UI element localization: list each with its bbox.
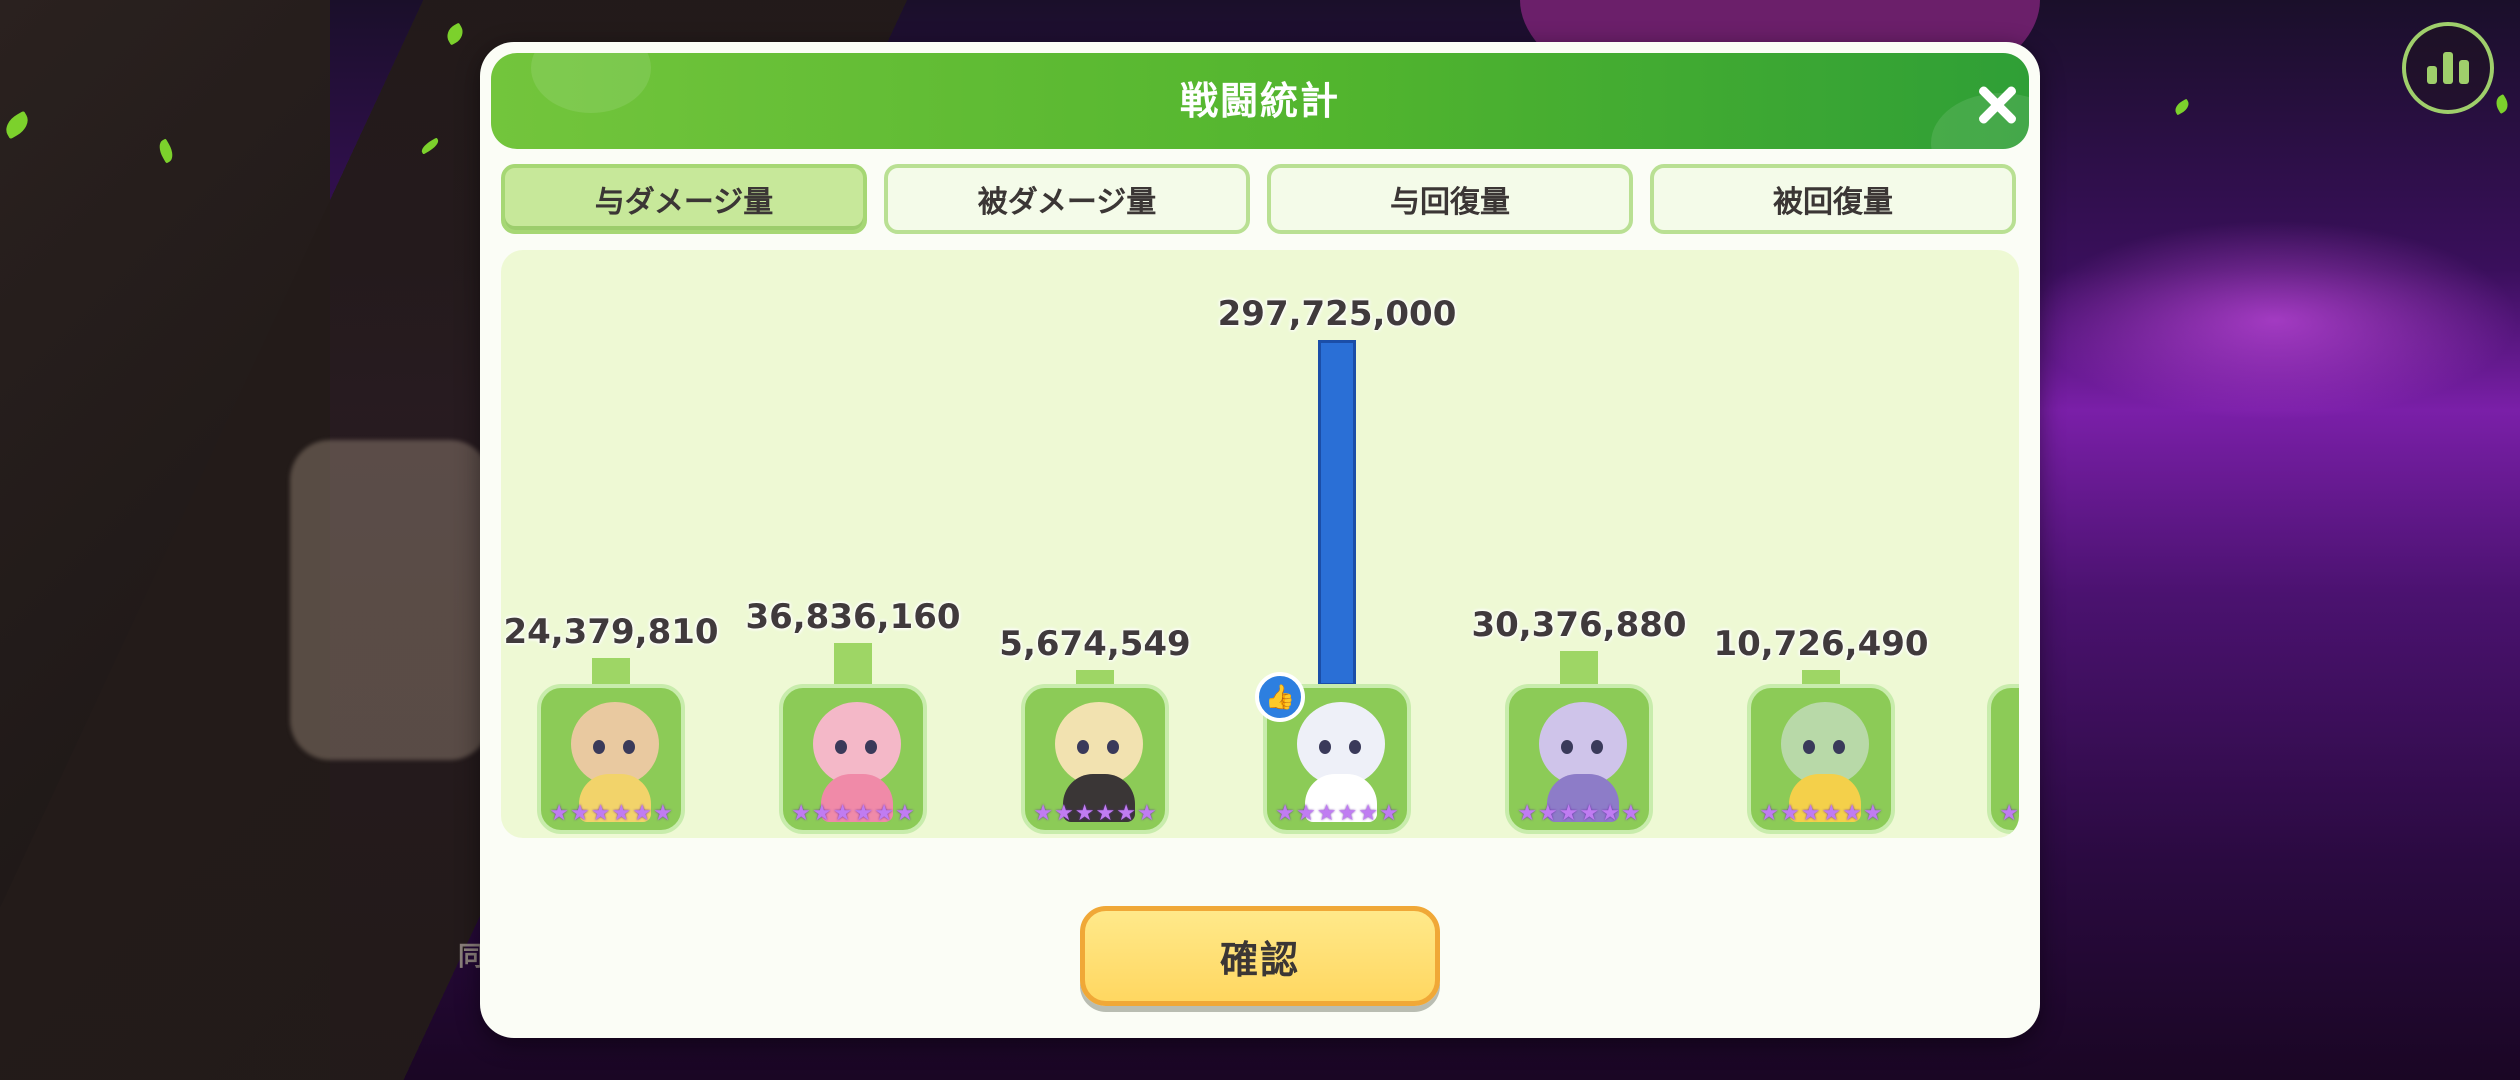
star-icon: ★: [1800, 801, 1821, 826]
star-icon: ★: [1275, 801, 1296, 826]
damage-chart: 24,379,810 ★ ★ ★ ★ ★ ★ 36,836,160 ★ ★ ★ ★ ★ ★ 5,674,54…: [501, 250, 2019, 838]
star-icon: ★: [652, 801, 673, 826]
star-rating: ★★★★★★: [1271, 802, 1403, 826]
star-rating: ★★★★★★: [1029, 802, 1161, 826]
character-portrait[interactable]: ★★★★★★: [1747, 684, 1895, 834]
chart-bar: [834, 643, 872, 686]
star-icon: ★: [1579, 801, 1600, 826]
star-icon: ★: [1842, 801, 1862, 826]
chart-value-label: 5,674,549: [999, 624, 1191, 664]
character-portrait[interactable]: ★★★★★★: [1021, 684, 1169, 834]
star-rating: ★★★★★★: [1513, 802, 1645, 826]
star-icon: ★: [894, 801, 915, 826]
star-icon: ★: [1600, 801, 1620, 826]
background-glow: [2030, 220, 2520, 420]
tab-healing-received[interactable]: 被回復量: [1650, 164, 2016, 234]
character-portrait[interactable]: ★★★★★★: [779, 684, 927, 834]
star-icon: ★: [1116, 801, 1136, 826]
star-icon: ★: [611, 801, 632, 826]
character-portrait[interactable]: ★★★★★★: [1505, 684, 1653, 834]
chart-bar: [592, 658, 630, 686]
star-icon: ★: [1378, 801, 1399, 826]
star-icon: ★: [812, 801, 832, 826]
battle-stats-button[interactable]: [2402, 22, 2494, 114]
star-icon: ★: [1558, 801, 1579, 826]
character-eye: [865, 740, 877, 754]
star-rating: ★★★★★★: [545, 802, 677, 826]
star-icon: ★: [1821, 801, 1842, 826]
chart-value-label: 30,376,880: [1471, 605, 1687, 645]
character-portrait[interactable]: ★★★★★★: [537, 684, 685, 834]
dialog-title: 戦闘統計: [1179, 79, 1340, 123]
character-eye: [1319, 740, 1331, 754]
star-icon: ★: [1316, 801, 1337, 826]
character-portrait[interactable]: ★★★★★★: [1987, 684, 2019, 834]
character-eye: [623, 740, 635, 754]
stats-icon: [2443, 52, 2453, 84]
character-eye: [1107, 740, 1119, 754]
character-eye: [1077, 740, 1089, 754]
star-icon: ★: [1620, 801, 1641, 826]
character-eye: [1591, 740, 1603, 754]
star-icon: ★: [1095, 801, 1116, 826]
star-icon: ★: [590, 801, 611, 826]
stats-icon: [2427, 66, 2437, 84]
star-icon: ★: [1358, 801, 1378, 826]
star-icon: ★: [570, 801, 590, 826]
star-icon: ★: [874, 801, 894, 826]
star-icon: ★: [791, 801, 812, 826]
battle-stats-dialog: 戦闘統計 与ダメージ量 被ダメージ量 与回復量 被回復量 24,379,810 ★…: [480, 42, 2040, 1038]
chart-value-label: 1,2: [1941, 640, 2019, 680]
star-icon: ★: [1337, 801, 1358, 826]
star-icon: ★: [1999, 801, 2019, 826]
chart-value-label: 36,836,160: [745, 597, 961, 637]
character-eye: [1349, 740, 1361, 754]
chart-value-label: 297,725,000: [1217, 294, 1457, 334]
star-icon: ★: [1517, 801, 1538, 826]
character-eye: [1833, 740, 1845, 754]
star-icon: ★: [853, 801, 874, 826]
star-rating: ★★★★★★: [1755, 802, 1887, 826]
star-rating: ★★★★★★: [787, 802, 919, 826]
star-icon: ★: [1780, 801, 1800, 826]
star-icon: ★: [1136, 801, 1157, 826]
star-icon: ★: [1054, 801, 1074, 826]
star-icon: ★: [1862, 801, 1883, 826]
character-eye: [593, 740, 605, 754]
character-eye: [1561, 740, 1573, 754]
chart-bar: [1318, 340, 1356, 686]
star-icon: ★: [549, 801, 570, 826]
star-rating: ★★★★★★: [1995, 802, 2019, 826]
tab-damage-taken[interactable]: 被ダメージ量: [884, 164, 1250, 234]
background-characters: [290, 440, 490, 760]
character-eye: [1803, 740, 1815, 754]
star-icon: ★: [1296, 801, 1316, 826]
confirm-button[interactable]: 確認: [1080, 906, 1440, 1006]
stats-icon: [2459, 60, 2469, 84]
close-icon[interactable]: [1975, 83, 2019, 127]
stats-tabs: 与ダメージ量 被ダメージ量 与回復量 被回復量: [501, 164, 2019, 238]
star-icon: ★: [1759, 801, 1780, 826]
chart-value-label: 24,379,810: [503, 612, 719, 652]
star-icon: ★: [1074, 801, 1095, 826]
star-icon: ★: [1033, 801, 1054, 826]
star-icon: ★: [632, 801, 652, 826]
character-eye: [835, 740, 847, 754]
tab-damage-dealt[interactable]: 与ダメージ量: [501, 164, 867, 234]
dialog-header: 戦闘統計: [491, 53, 2029, 149]
chart-value-label: 10,726,490: [1713, 624, 1929, 664]
star-icon: ★: [832, 801, 853, 826]
chart-bar: [1560, 651, 1598, 686]
mvp-thumbs-up-icon: 👍: [1255, 672, 1305, 722]
star-icon: ★: [1538, 801, 1558, 826]
tab-healing-done[interactable]: 与回復量: [1267, 164, 1633, 234]
